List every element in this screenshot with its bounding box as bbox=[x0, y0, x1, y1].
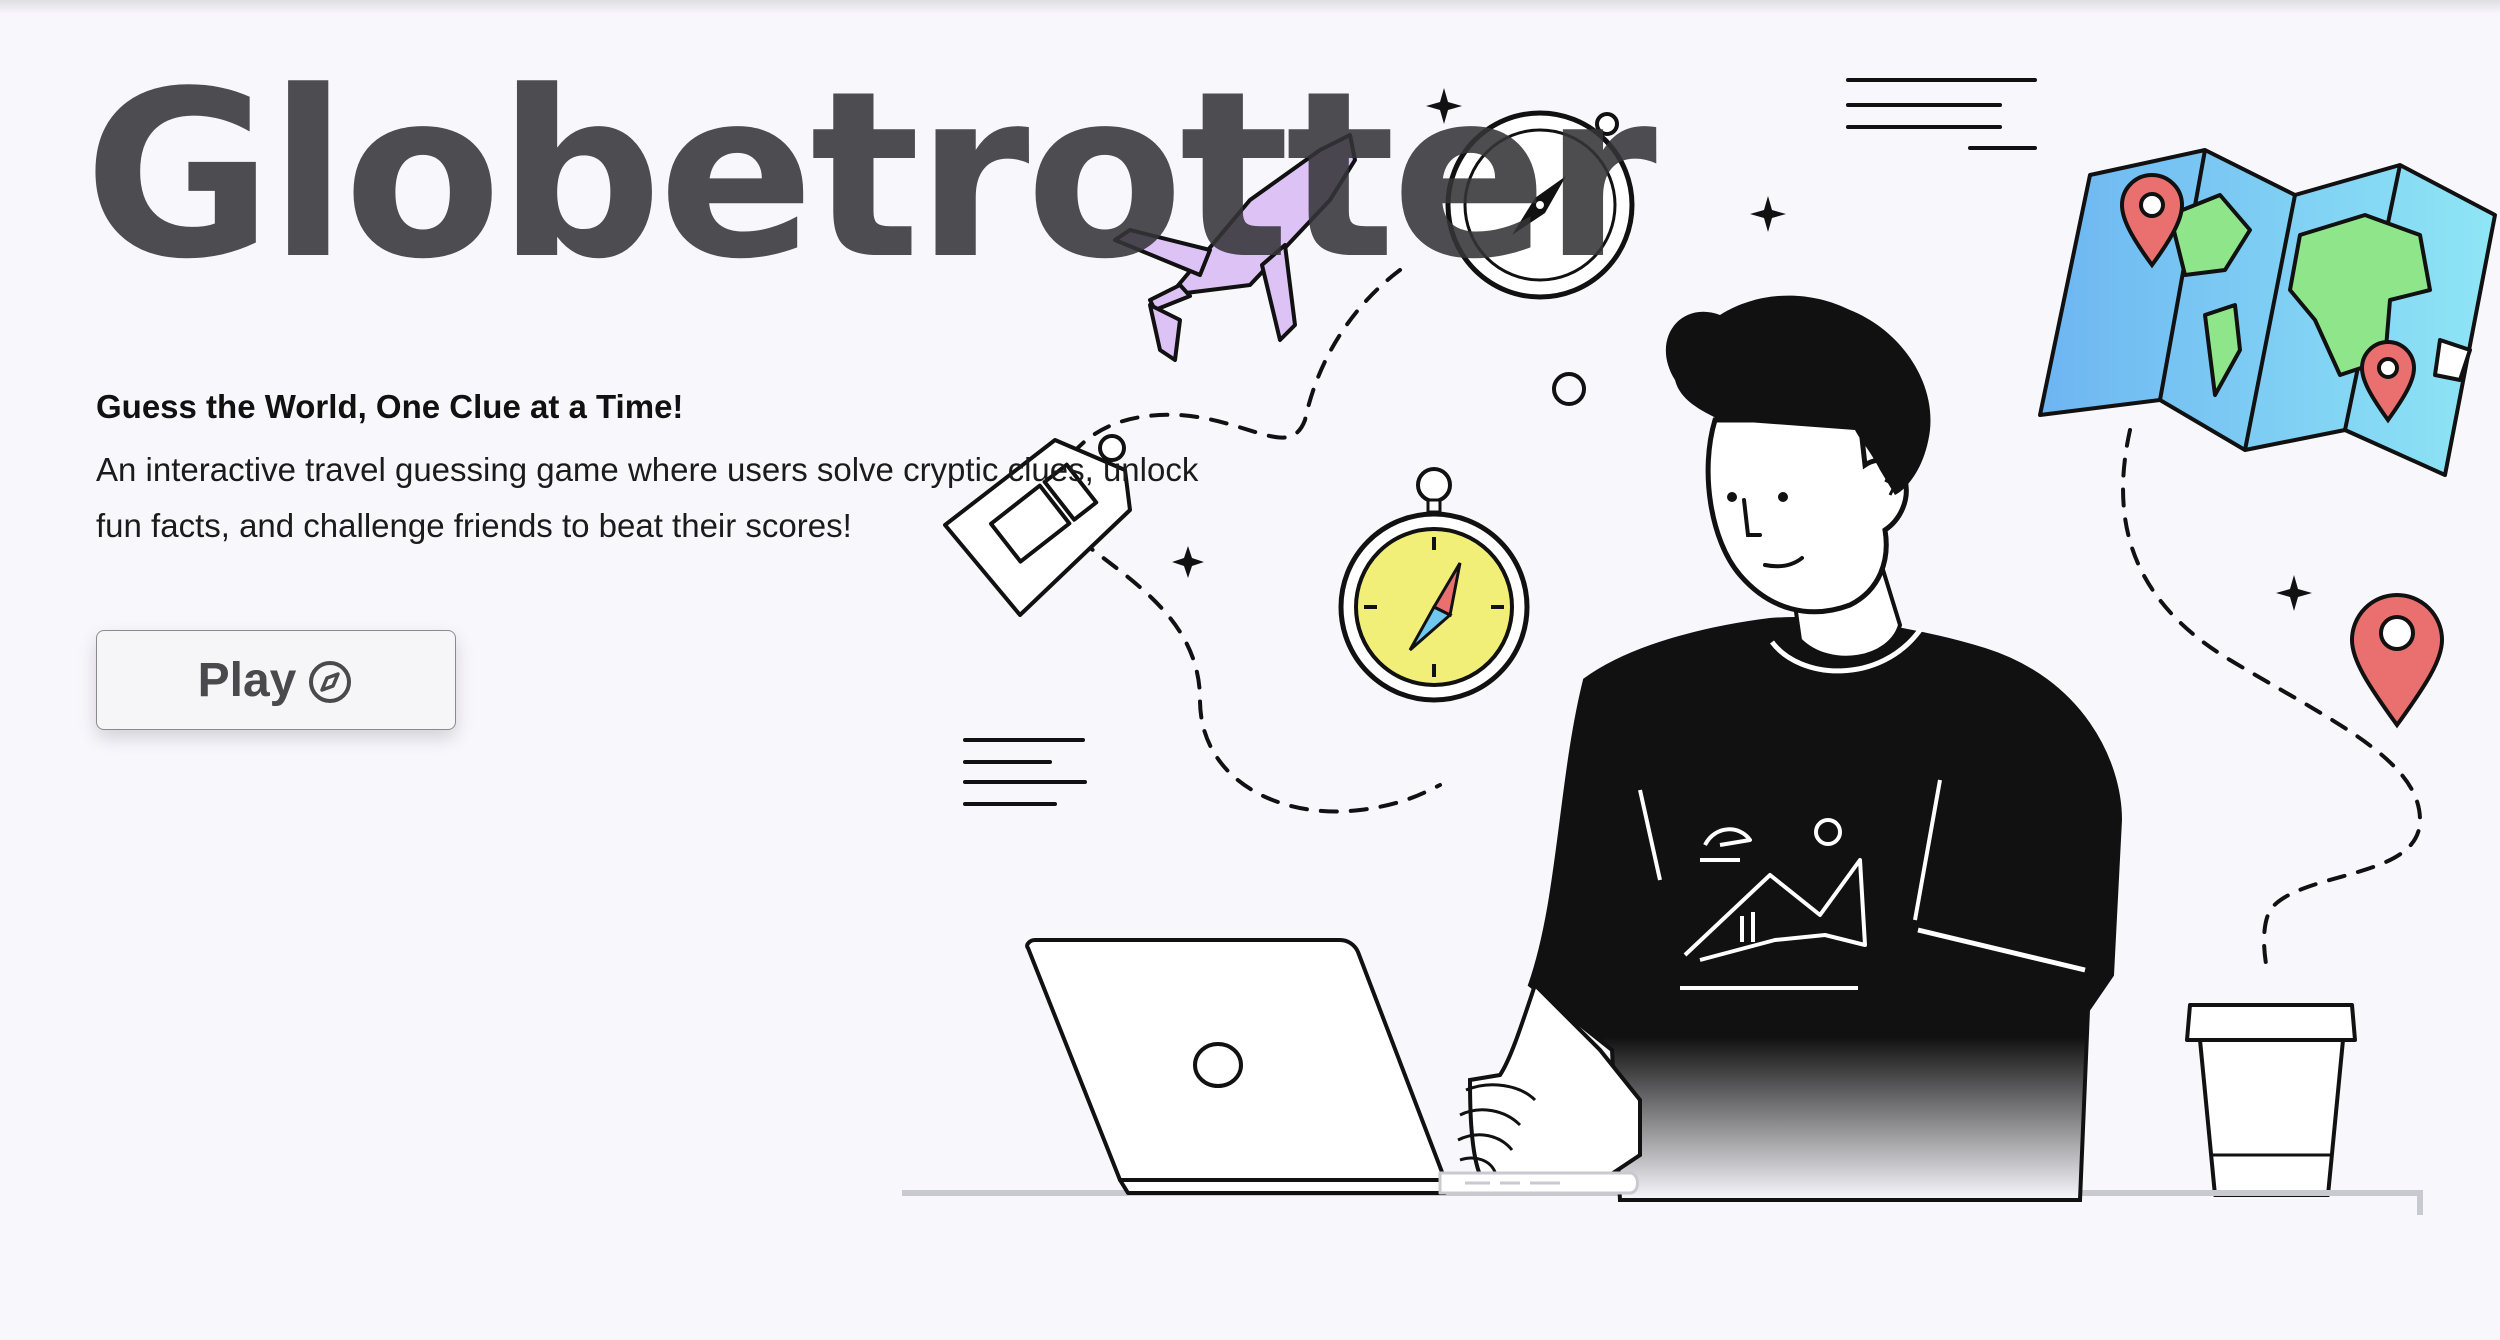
compass-icon bbox=[306, 658, 354, 706]
description: An interactive travel guessing game wher… bbox=[96, 451, 1199, 544]
tagline: Guess the World, One Clue at a Time! bbox=[96, 388, 684, 425]
play-button-label: Play bbox=[197, 653, 297, 707]
small-circle-decoration bbox=[1552, 372, 1586, 406]
coffee-cup-icon bbox=[2185, 1003, 2357, 1197]
play-button[interactable]: Play bbox=[96, 630, 456, 730]
compass-icon-yellow bbox=[1338, 467, 1530, 703]
world-map-icon bbox=[2038, 148, 2497, 477]
person-illustration bbox=[1457, 295, 2123, 1202]
page-title: Globetrotter bbox=[84, 43, 1657, 310]
